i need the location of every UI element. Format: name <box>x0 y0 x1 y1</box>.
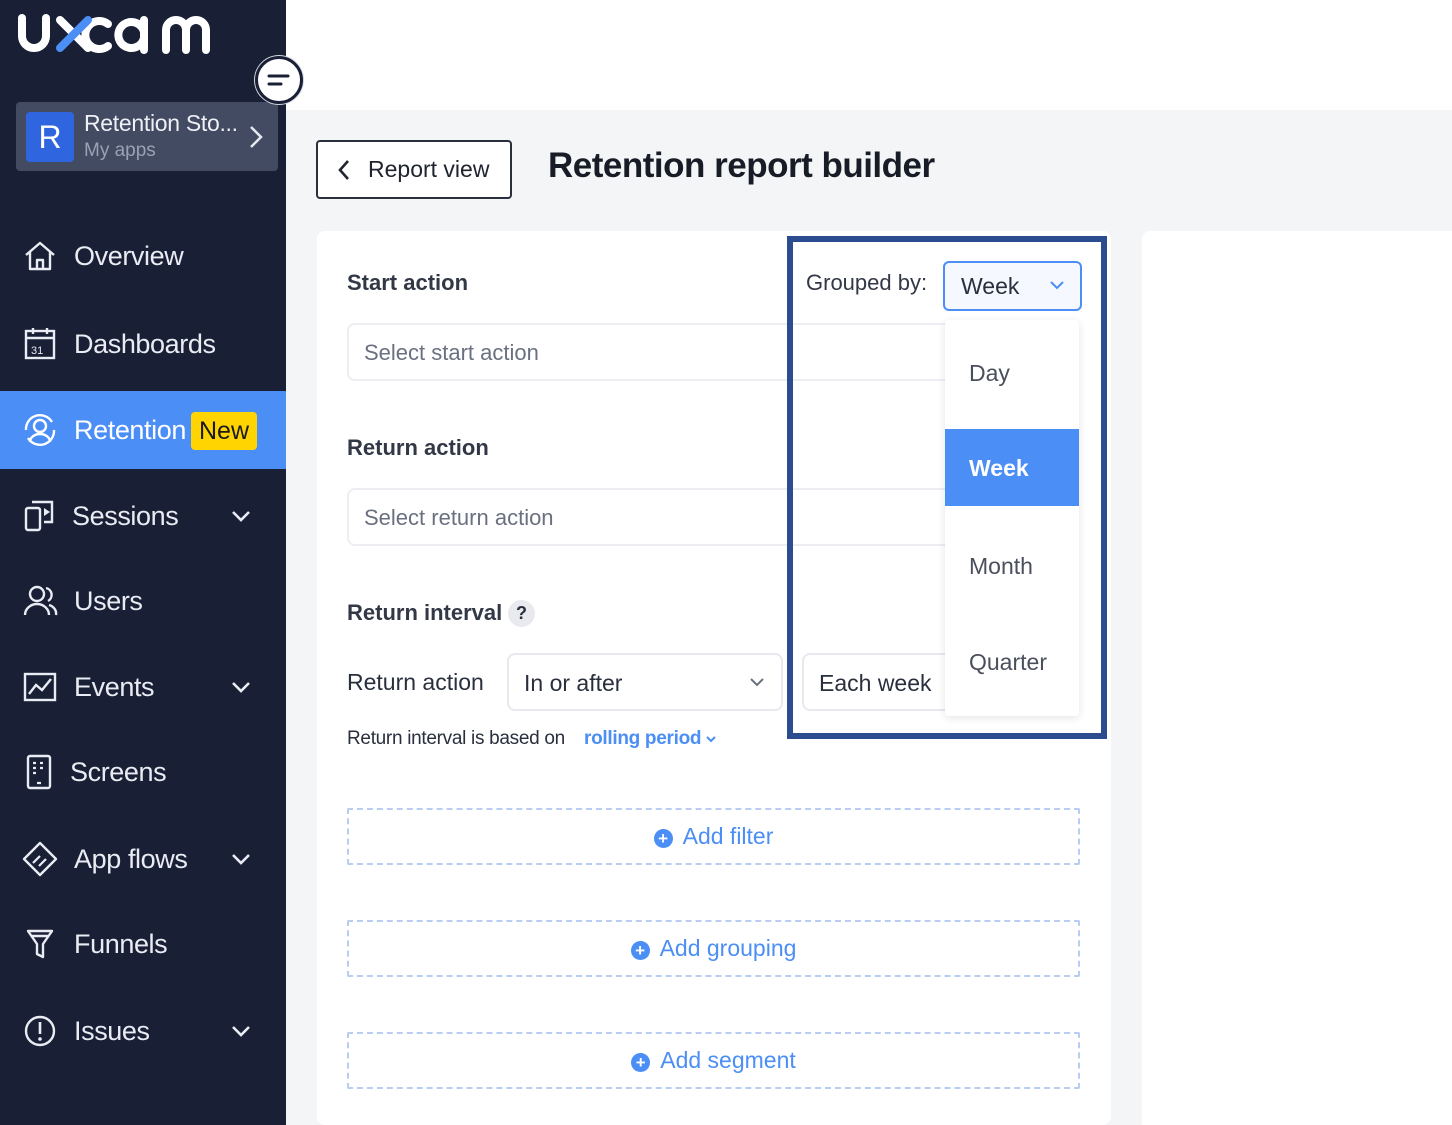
collapse-icon <box>267 74 290 86</box>
interval-condition-dropdown[interactable]: In or after <box>507 653 783 711</box>
sidebar-item-funnels[interactable]: Funnels <box>0 908 286 980</box>
sidebar-item-label: Users <box>74 585 143 616</box>
return-action-label: Return action <box>347 435 489 460</box>
interval-period-value: Each week <box>819 670 932 696</box>
return-action-row-label: Return action <box>347 669 484 695</box>
app-avatar: R <box>26 112 74 162</box>
add-segment-label: Add segment <box>660 1047 796 1073</box>
grouped-by-label: Grouped by: <box>806 270 928 295</box>
return-interval-label: Return interval <box>347 600 503 625</box>
report-view-back-button[interactable]: Report view <box>316 140 512 199</box>
app-flows-icon <box>22 841 58 877</box>
chevron-down-icon <box>1050 281 1064 290</box>
retention-icon <box>24 414 56 446</box>
start-action-select[interactable]: Select start action <box>347 323 967 381</box>
add-grouping-button[interactable]: + Add grouping <box>347 920 1080 977</box>
sidebar-item-label: Issues <box>74 1015 150 1046</box>
sidebar-item-retention[interactable]: Retention New <box>0 391 286 469</box>
sidebar-item-issues[interactable]: Issues <box>0 995 286 1067</box>
alert-circle-icon <box>24 1015 56 1047</box>
sidebar-item-users[interactable]: Users <box>0 565 286 637</box>
chevron-down-icon[interactable] <box>228 846 254 872</box>
menu-option-month[interactable]: Month <box>945 527 1079 604</box>
plus-circle-icon: + <box>630 940 650 960</box>
add-grouping-label: Add grouping <box>659 935 797 961</box>
sidebar-item-label: Retention <box>74 414 186 445</box>
sidebar-item-label: Screens <box>70 756 167 787</box>
interval-note: Return interval is based on <box>347 728 565 749</box>
menu-option-quarter[interactable]: Quarter <box>945 623 1079 700</box>
menu-option-label: Quarter <box>969 649 1047 675</box>
rolling-period-link[interactable]: rolling period <box>584 728 701 750</box>
phone-screen-icon <box>26 754 52 790</box>
new-badge: New <box>191 412 258 450</box>
chevron-left-icon <box>338 160 349 180</box>
page-title: Retention report builder <box>548 146 935 185</box>
uxcam-logo[interactable] <box>16 8 252 58</box>
interval-condition-value: In or after <box>524 670 623 696</box>
sidebar-item-screens[interactable]: Screens <box>0 736 286 808</box>
return-action-select[interactable]: Select return action <box>347 488 967 546</box>
add-filter-label: Add filter <box>682 823 774 849</box>
sidebar-item-label: Funnels <box>74 928 168 959</box>
chevron-down-icon[interactable] <box>228 674 254 700</box>
grouped-by-value: Week <box>961 273 1020 299</box>
svg-text:31: 31 <box>31 345 43 357</box>
start-action-label: Start action <box>347 270 469 295</box>
sidebar-item-dashboards[interactable]: 31 Dashboards <box>0 308 286 380</box>
sidebar-item-label: Overview <box>74 240 184 271</box>
add-filter-button[interactable]: + Add filter <box>347 808 1080 865</box>
users-icon <box>23 585 58 616</box>
chevron-right-icon <box>250 126 263 148</box>
app-name: Retention Sto... <box>84 110 238 136</box>
app-switcher[interactable]: R Retention Sto... My apps <box>16 102 278 171</box>
grouped-by-menu: Day Week Month Quarter <box>945 320 1079 716</box>
back-button-label: Report view <box>368 156 490 182</box>
menu-option-day[interactable]: Day <box>945 334 1079 411</box>
plus-circle-icon: + <box>631 1052 651 1072</box>
sidebar-item-label: Events <box>74 671 155 702</box>
menu-option-label: Day <box>969 360 1010 386</box>
funnel-icon <box>26 929 54 959</box>
events-chart-icon <box>23 672 57 702</box>
sidebar-item-label: App flows <box>74 843 188 874</box>
help-icon[interactable]: ? <box>508 600 535 627</box>
interval-period-dropdown[interactable]: Each week <box>802 653 967 711</box>
sidebar: R Retention Sto... My apps Overview 31 D… <box>0 0 286 1125</box>
chevron-down-icon[interactable] <box>228 503 254 529</box>
sidebar-item-label: Dashboards <box>74 328 216 359</box>
home-icon <box>25 241 55 271</box>
calendar-icon: 31 <box>24 328 56 360</box>
sidebar-item-events[interactable]: Events <box>0 651 286 723</box>
sidebar-item-overview[interactable]: Overview <box>0 220 286 292</box>
grouped-by-select[interactable]: Week <box>943 261 1082 311</box>
start-action-placeholder: Select start action <box>364 340 539 365</box>
menu-option-week[interactable]: Week <box>945 429 1079 506</box>
app-subtitle: My apps <box>84 140 156 161</box>
sidebar-collapse-button[interactable] <box>255 56 303 104</box>
chevron-down-icon[interactable] <box>705 734 717 746</box>
return-action-placeholder: Select return action <box>364 505 554 530</box>
sidebar-item-label: Sessions <box>72 500 179 531</box>
sidebar-item-sessions[interactable]: Sessions <box>0 480 286 552</box>
sidebar-item-app-flows[interactable]: App flows <box>0 823 286 895</box>
menu-option-label: Month <box>969 553 1033 579</box>
preview-card <box>1142 231 1452 1125</box>
session-replay-icon <box>24 500 54 532</box>
menu-option-label: Week <box>969 455 1029 481</box>
chevron-down-icon[interactable] <box>228 1018 254 1044</box>
plus-circle-icon: + <box>653 828 673 848</box>
add-segment-button[interactable]: + Add segment <box>347 1032 1080 1089</box>
chevron-down-icon <box>750 678 764 687</box>
